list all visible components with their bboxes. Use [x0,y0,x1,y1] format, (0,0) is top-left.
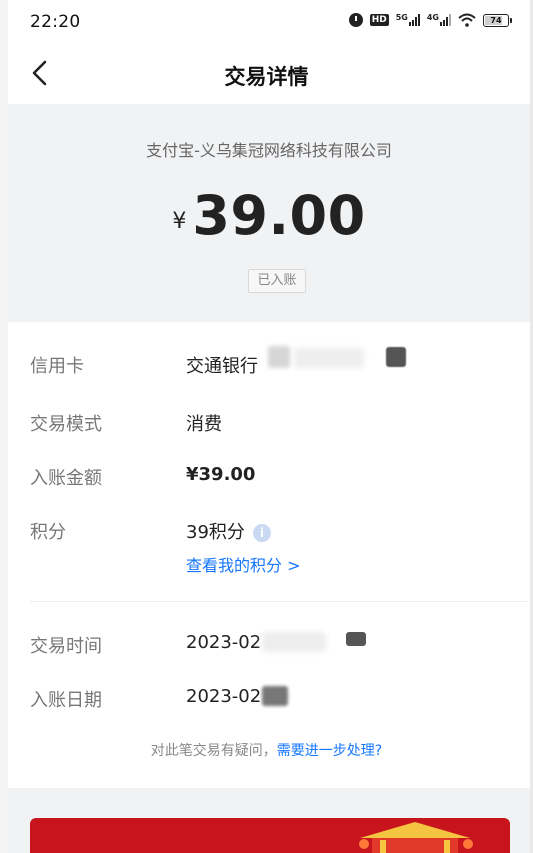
divider [30,601,527,602]
posted-amount-value: ¥39.00 [186,464,256,485]
status-icons: HD 5G 4G 74 [348,13,512,27]
trade-time-value: 2023-02 [186,632,262,653]
card-label: 信用卡 [30,356,84,377]
mode-value: 消费 [186,414,222,435]
redacted-card-number-2 [294,348,364,368]
page-title: 交易详情 [224,65,309,89]
signal-4g-icon: 4G [427,14,451,26]
alarm-icon [348,13,363,27]
view-my-points-link[interactable]: 查看我的积分 > [186,552,301,576]
battery-icon: 74 [483,13,512,27]
transaction-amount: ¥39.00 [8,184,530,247]
mode-label: 交易模式 [30,414,102,435]
points-value: 39积分 [186,522,245,543]
hd-voice-icon: HD [369,14,389,26]
info-icon[interactable]: i [252,524,271,542]
left-edge [0,0,8,853]
redacted-posted-date [262,686,288,706]
points-value-wrap: 39积分 i [186,518,271,544]
trade-time-label: 交易时间 [30,636,102,657]
status-time: 22:20 [30,12,81,32]
wifi-icon [458,13,476,27]
redacted-card-number [268,346,290,368]
transaction-summary: 支付宝-义乌集冠网络科技有限公司 ¥39.00 已入账 [8,104,530,322]
posted-date-label: 入账日期 [30,690,102,711]
redacted-trade-time-2 [346,632,366,646]
redacted-card-number-3 [386,347,406,367]
points-label: 积分 [30,522,66,543]
redacted-trade-time [262,632,326,652]
signal-5g-icon: 5G [396,14,420,26]
status-badge: 已入账 [248,269,306,293]
help-question-text: 对此笔交易有疑问， [150,743,277,759]
help-prompt: 对此笔交易有疑问，需要进一步处理? [0,740,533,760]
promo-banner[interactable] [30,818,510,853]
currency-symbol: ¥ [172,209,187,234]
temple-decoration-icon [359,822,473,853]
navigation-bar: 交易详情 [0,44,533,104]
card-value: 交通银行 [186,356,258,377]
status-bar: 22:20 HD 5G 4G 74 [0,0,533,44]
posted-date-value: 2023-02 [186,686,262,707]
posted-amount-label: 入账金额 [30,468,102,489]
merchant-name: 支付宝-义乌集冠网络科技有限公司 [146,141,392,160]
further-processing-link[interactable]: 需要进一步处理? [277,743,382,759]
amount-value: 39.00 [192,184,366,247]
